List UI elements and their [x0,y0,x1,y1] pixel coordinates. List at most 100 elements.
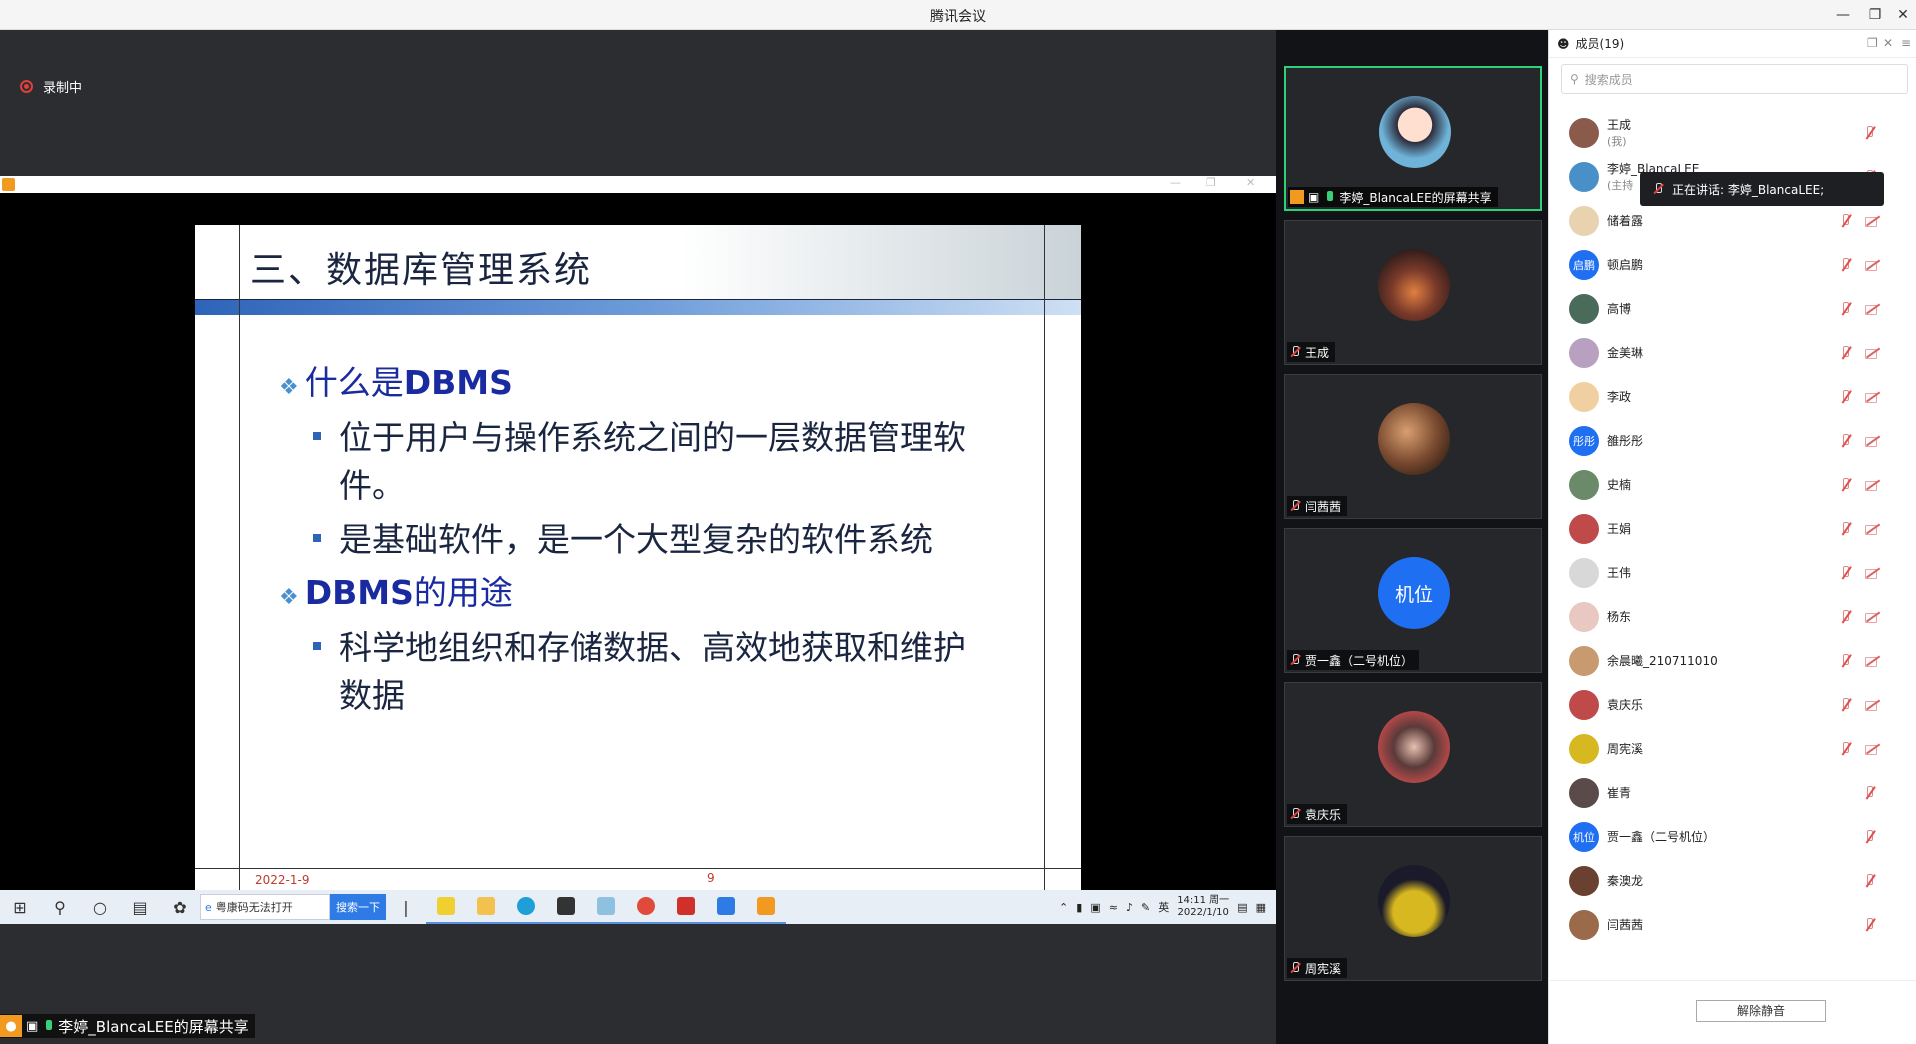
mic-muted-icon[interactable] [1863,918,1877,932]
mic-muted-icon[interactable] [1839,566,1853,580]
mic-muted-icon[interactable] [1863,786,1877,800]
minimize-icon[interactable]: — [1832,4,1854,26]
video-tile[interactable]: 周宪溪 [1284,836,1542,981]
member-row[interactable]: 杨东 [1549,594,1916,638]
member-row[interactable]: 闫茜茜 [1549,902,1916,946]
member-row[interactable]: 王娟 [1549,506,1916,550]
system-tray: ⌃ ▮ ▣ ≈ ♪ ✎ 英 14:11 周一 2022/1/10 ▤ ▦ [1059,895,1276,919]
mic-muted-icon[interactable] [1839,698,1853,712]
network-icon: ▣ [1090,900,1101,914]
member-row[interactable]: 启鹏 顿启鹏 [1549,242,1916,286]
mic-muted-icon[interactable] [1863,874,1877,888]
video-tile[interactable]: ▣ 李婷_BlancaLEE的屏幕共享 [1284,66,1542,211]
avatar: 启鹏 [1569,250,1599,280]
avatar [1569,558,1599,588]
terminal-icon [546,890,586,924]
member-name: 储着露 [1607,214,1644,228]
close-panel-icon[interactable]: ✕ [1883,36,1893,50]
member-row[interactable]: 机位 贾一鑫（二号机位） [1549,814,1916,858]
camera-off-icon[interactable] [1865,303,1881,315]
camera-off-icon[interactable] [1865,391,1881,403]
mic-muted-icon[interactable] [1839,654,1853,668]
camera-off-icon[interactable] [1865,611,1881,623]
video-tile[interactable]: 机位 贾一鑫（二号机位） [1284,528,1542,673]
tile-name: 李婷_BlancaLEE的屏幕共享 [1339,190,1492,205]
diamond-bullet-icon: ❖ [279,585,299,610]
ie-icon: e [205,900,212,914]
avatar [1569,602,1599,632]
member-name: 崔青 [1607,786,1632,800]
member-search-input[interactable]: ⚲ 搜索成员 [1561,64,1908,94]
restore-icon[interactable]: ❐ [1864,4,1886,26]
mic-muted-icon[interactable] [1839,522,1853,536]
video-tile[interactable]: 袁庆乐 [1284,682,1542,827]
member-row[interactable]: 金美琳 [1549,330,1916,374]
close-icon[interactable]: ✕ [1892,4,1914,26]
shared-restore-icon: ❐ [1206,176,1216,189]
mic-muted-icon[interactable] [1839,390,1853,404]
camera-off-icon[interactable] [1865,479,1881,491]
popout-icon[interactable]: ❐ [1867,36,1878,50]
member-role: (我) [1607,135,1627,148]
member-row[interactable]: 崔青 [1549,770,1916,814]
member-row[interactable]: 王伟 [1549,550,1916,594]
taskbar-search-button: 搜索一下 [330,894,386,920]
tile-name: 贾一鑫（二号机位） [1305,653,1414,668]
square-bullet-icon [313,534,321,542]
camera-off-icon[interactable] [1865,523,1881,535]
member-name: 袁庆乐 [1607,698,1644,712]
camera-off-icon[interactable] [1865,699,1881,711]
mic-muted-icon [1289,962,1301,974]
mic-muted-icon[interactable] [1839,346,1853,360]
member-row[interactable]: 高博 [1549,286,1916,330]
unmute-all-button[interactable]: 解除静音 [1696,1000,1826,1022]
camera-off-icon[interactable] [1865,347,1881,359]
member-row[interactable]: 李政 [1549,374,1916,418]
camera-off-icon[interactable] [1865,743,1881,755]
member-name: 金美琳 [1607,346,1644,360]
video-tile[interactable]: 王成 [1284,220,1542,365]
screen-share-view[interactable]: — ❐ ✕ 三、数据库管理系统 ❖ 什么是DBMS 位于用户与操作系统之间的一层数… [0,176,1276,924]
member-search-placeholder: 搜索成员 [1584,72,1633,87]
slide-title: 三、数据库管理系统 [250,250,593,291]
mic-muted-icon[interactable] [1839,742,1853,756]
camera-off-icon[interactable] [1865,215,1881,227]
mic-muted-icon[interactable] [1839,302,1853,316]
member-row[interactable]: 余晨曦_210711010 [1549,638,1916,682]
avatar [1379,96,1451,168]
speaking-text: 正在讲话: 李婷_BlancaLEE; [1672,182,1825,197]
tile-name: 王成 [1305,345,1330,360]
menu-icon[interactable]: ≡ [1901,36,1911,50]
ppt-player-icon [746,890,786,924]
mic-tray-icon: ▮ [1076,900,1083,914]
mic-muted-icon[interactable] [1863,830,1877,844]
record-icon [20,80,33,93]
mic-muted-icon[interactable] [1839,478,1853,492]
avatar [1569,690,1599,720]
camera-off-icon[interactable] [1865,655,1881,667]
member-row[interactable]: 周宪溪 [1549,726,1916,770]
recording-label: 录制中 [43,81,83,96]
sub-3-line-2: 数据 [339,676,405,715]
member-row[interactable]: 袁庆乐 [1549,682,1916,726]
mic-muted-icon[interactable] [1839,610,1853,624]
mic-muted-icon[interactable] [1863,126,1877,140]
mic-muted-icon[interactable] [1839,258,1853,272]
slide-bullet-1: ❖ 什么是DBMS [279,354,513,417]
mic-muted-icon[interactable] [1839,434,1853,448]
slide-sub-2: 是基础软件，是一个大型复杂的软件系统 [313,511,933,569]
member-row[interactable]: 彤彤 雒彤彤 [1549,418,1916,462]
slide-sub-1: 位于用户与操作系统之间的一层数据管理软 [313,409,966,467]
panel-footer-divider [1548,980,1916,981]
member-row[interactable]: 秦澳龙 [1549,858,1916,902]
person-icon: ● [0,1015,22,1037]
video-tile[interactable]: 闫茜茜 [1284,374,1542,519]
slide-left-rule [239,225,240,890]
camera-off-icon[interactable] [1865,435,1881,447]
member-name: 王伟 [1607,566,1632,580]
camera-off-icon[interactable] [1865,567,1881,579]
member-row[interactable]: 王成 (我) [1549,110,1916,154]
member-row[interactable]: 史楠 [1549,462,1916,506]
camera-off-icon[interactable] [1865,259,1881,271]
mic-muted-icon[interactable] [1839,214,1853,228]
